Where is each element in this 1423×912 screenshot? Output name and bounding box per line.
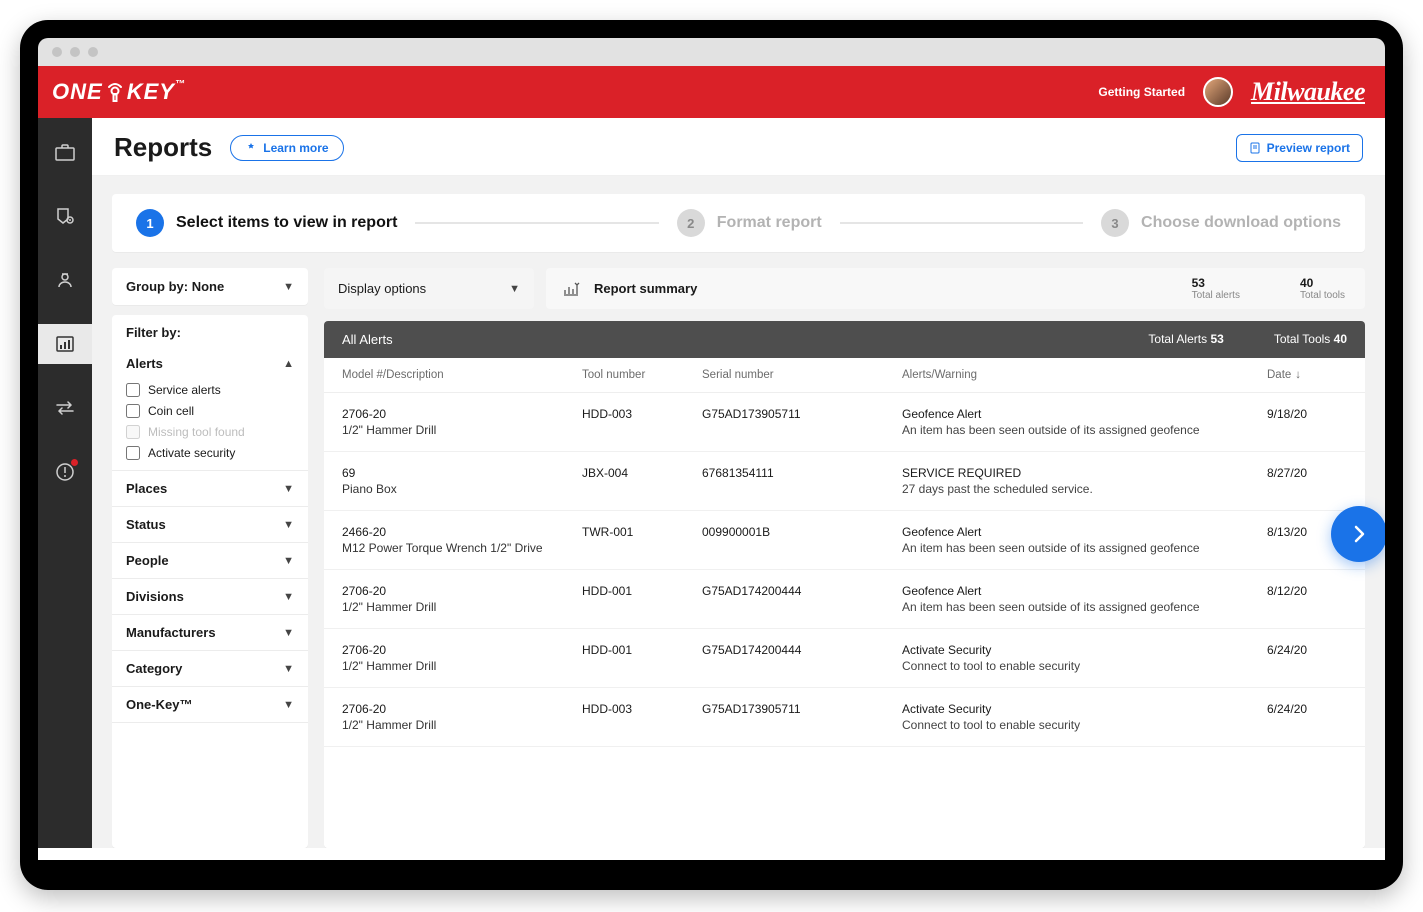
document-icon <box>1249 142 1261 154</box>
report-summary: Report summary 53 Total alerts 40 <box>546 268 1365 309</box>
sort-desc-icon: ↓ <box>1295 369 1301 381</box>
lightbulb-icon <box>245 142 257 154</box>
nav-inventory[interactable] <box>45 132 85 172</box>
nav-reports[interactable] <box>38 324 92 364</box>
chart-icon <box>562 281 580 297</box>
chevron-down-icon: ▼ <box>283 281 294 293</box>
filter-section-one-key-[interactable]: One-Key™▼ <box>112 687 308 722</box>
filter-option[interactable]: Service alerts <box>126 383 294 397</box>
table-row[interactable]: 2706-201/2" Hammer DrillHDD-001G75AD1742… <box>324 570 1365 629</box>
stepper: 1 Select items to view in report 2 Forma… <box>112 194 1365 252</box>
nav-alerts[interactable] <box>45 452 85 492</box>
chevron-down-icon: ▼ <box>283 483 294 495</box>
chevron-down-icon: ▼ <box>283 555 294 567</box>
table-row[interactable]: 2706-201/2" Hammer DrillHDD-003G75AD1739… <box>324 393 1365 452</box>
filter-section-people[interactable]: People▼ <box>112 543 308 578</box>
learn-more-button[interactable]: Learn more <box>230 135 343 161</box>
chevron-down-icon: ▼ <box>509 283 520 295</box>
step-2[interactable]: 2 Format report <box>677 209 822 237</box>
sort-date[interactable]: Date ↓ <box>1267 369 1347 381</box>
table-row[interactable]: 2706-201/2" Hammer DrillHDD-001G75AD1742… <box>324 629 1365 688</box>
traffic-dot <box>70 47 80 57</box>
avatar[interactable] <box>1203 77 1233 107</box>
step-1[interactable]: 1 Select items to view in report <box>136 209 397 237</box>
key-icon <box>105 81 125 103</box>
table-row[interactable]: 2706-201/2" Hammer DrillHDD-003G75AD1739… <box>324 688 1365 747</box>
nav-places[interactable] <box>45 196 85 236</box>
groupby-select[interactable]: Group by: None ▼ <box>112 268 308 305</box>
filter-option[interactable]: Coin cell <box>126 404 294 418</box>
stat-total-alerts: 53 Total alerts <box>1192 276 1240 301</box>
table-row[interactable]: 2466-20M12 Power Torque Wrench 1/2" Driv… <box>324 511 1365 570</box>
filter-section-divisions[interactable]: Divisions▼ <box>112 579 308 614</box>
nav-people[interactable] <box>45 260 85 300</box>
chevron-down-icon: ▼ <box>283 591 294 603</box>
stat-total-tools: 40 Total tools <box>1300 276 1345 301</box>
filter-section-manufacturers[interactable]: Manufacturers▼ <box>112 615 308 650</box>
next-button[interactable] <box>1331 506 1385 562</box>
page-header: Reports Learn more Preview report <box>92 118 1385 176</box>
table-body[interactable]: 2706-201/2" Hammer DrillHDD-003G75AD1739… <box>324 393 1365 848</box>
getting-started-link[interactable]: Getting Started <box>1098 85 1185 99</box>
filter-section-places[interactable]: Places▼ <box>112 471 308 506</box>
traffic-dot <box>88 47 98 57</box>
chevron-down-icon: ▼ <box>283 519 294 531</box>
chevron-down-icon: ▼ <box>283 699 294 711</box>
left-nav <box>38 118 92 848</box>
nav-transfers[interactable] <box>45 388 85 428</box>
chevron-down-icon: ▼ <box>283 663 294 675</box>
filter-section-status[interactable]: Status▼ <box>112 507 308 542</box>
filter-option: Missing tool found <box>126 425 294 439</box>
traffic-dot <box>52 47 62 57</box>
chevron-right-icon <box>1348 523 1370 545</box>
display-options-select[interactable]: Display options ▼ <box>324 268 534 309</box>
table-row[interactable]: 69Piano BoxJBX-00467681354111SERVICE REQ… <box>324 452 1365 511</box>
filter-section-alerts[interactable]: Alerts▲ <box>112 346 308 381</box>
page-title: Reports <box>114 132 212 163</box>
chevron-up-icon: ▲ <box>283 358 294 370</box>
filter-option[interactable]: Activate security <box>126 446 294 460</box>
section-header: All Alerts Total Alerts 53 Total Tools 4… <box>324 321 1365 358</box>
filter-by-label: Filter by: <box>112 315 308 346</box>
browser-chrome <box>38 38 1385 66</box>
logo-onekey[interactable]: ONE KEY™ <box>52 79 186 105</box>
preview-report-button[interactable]: Preview report <box>1236 134 1363 162</box>
logo-milwaukee: Milwaukee <box>1251 77 1365 107</box>
table-header: Model #/Description Tool number Serial n… <box>324 358 1365 393</box>
filter-section-category[interactable]: Category▼ <box>112 651 308 686</box>
topbar: ONE KEY™ Getting Started Milwaukee <box>38 66 1385 118</box>
chevron-down-icon: ▼ <box>283 627 294 639</box>
step-3[interactable]: 3 Choose download options <box>1101 209 1341 237</box>
filter-panel: Filter by: Alerts▲ Service alerts Coin cel… <box>112 315 308 848</box>
